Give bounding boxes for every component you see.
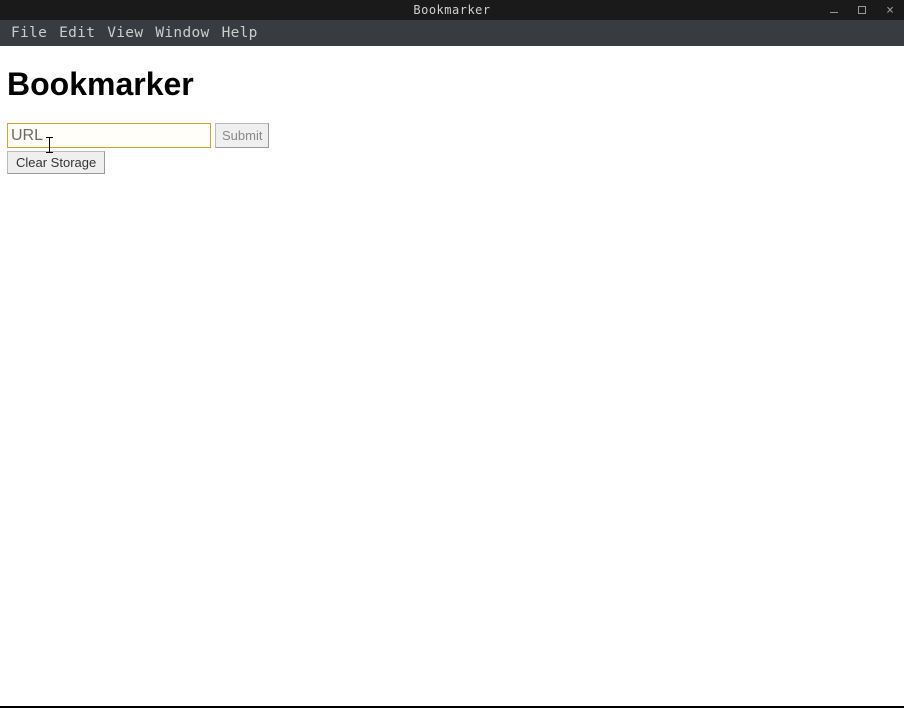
page-heading: Bookmarker — [7, 66, 897, 103]
content-area: Bookmarker Submit Clear Storage — [0, 46, 904, 706]
menu-edit[interactable]: Edit — [54, 25, 100, 41]
close-icon: × — [886, 4, 894, 17]
menu-view[interactable]: View — [102, 25, 148, 41]
url-input[interactable] — [7, 123, 211, 148]
minimize-button[interactable] — [820, 0, 848, 20]
clear-storage-button[interactable]: Clear Storage — [7, 151, 105, 174]
menu-window[interactable]: Window — [150, 25, 214, 41]
url-form-row: Submit — [7, 123, 897, 148]
close-button[interactable]: × — [876, 0, 904, 20]
window-title: Bookmarker — [413, 3, 490, 17]
maximize-button[interactable] — [848, 0, 876, 20]
submit-button[interactable]: Submit — [215, 123, 269, 148]
minimize-icon — [830, 12, 838, 13]
menu-file[interactable]: File — [6, 25, 52, 41]
titlebar: Bookmarker × — [0, 0, 904, 20]
menu-help[interactable]: Help — [217, 25, 263, 41]
maximize-icon — [858, 6, 866, 14]
menubar: File Edit View Window Help — [0, 20, 904, 46]
window-controls: × — [820, 0, 904, 20]
